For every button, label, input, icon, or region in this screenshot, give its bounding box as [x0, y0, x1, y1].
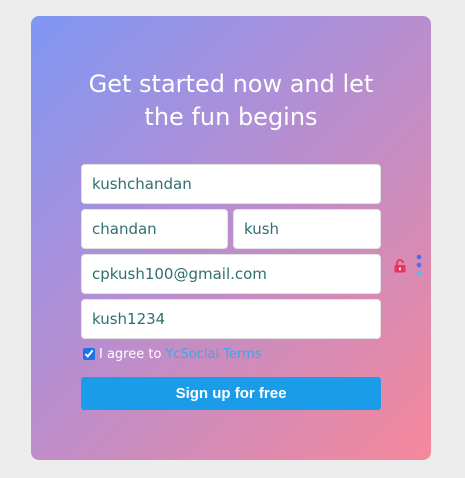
- email-field[interactable]: [81, 254, 381, 294]
- last-name-field[interactable]: [233, 209, 381, 249]
- form-title-line-2: the fun begins: [144, 103, 318, 131]
- form-title-line-1: Get started now and let: [88, 70, 374, 98]
- signup-card: Get started now and let the fun begins I…: [31, 16, 431, 460]
- agree-text: I agree to: [99, 346, 162, 362]
- form-title: Get started now and let the fun begins: [31, 68, 431, 134]
- signup-button[interactable]: Sign up for free: [81, 377, 381, 410]
- unlock-icon[interactable]: [394, 259, 406, 273]
- terms-agreement: I agree to YcSocial Terms: [81, 346, 261, 362]
- terms-link[interactable]: YcSocial Terms: [165, 347, 261, 362]
- vertical-dots-icon[interactable]: [416, 254, 422, 276]
- username-field[interactable]: [81, 164, 381, 204]
- first-name-field[interactable]: [81, 209, 228, 249]
- password-field[interactable]: [81, 299, 381, 339]
- agree-checkbox[interactable]: [83, 348, 95, 360]
